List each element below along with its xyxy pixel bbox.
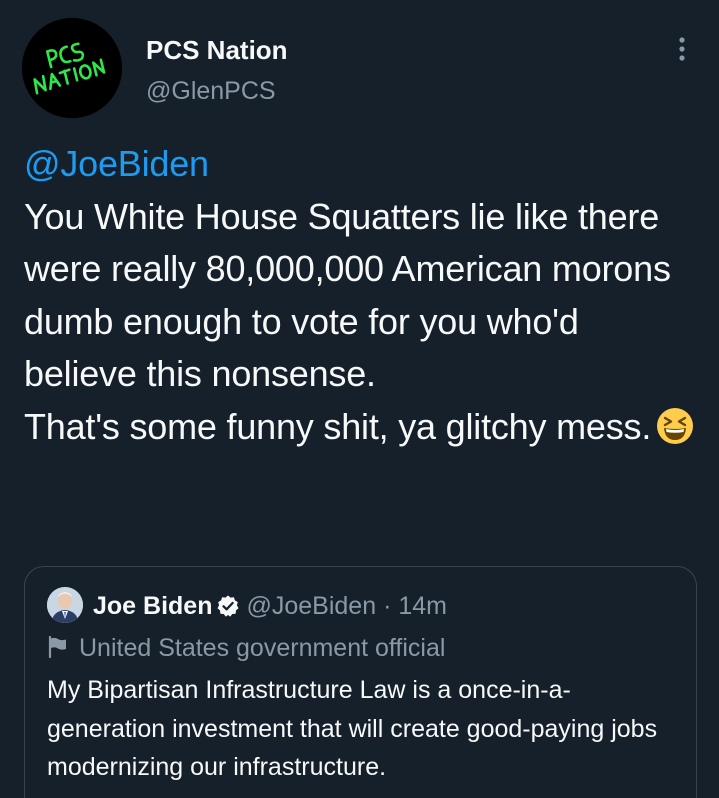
tweet-body: You White House Squatters lie like there… — [24, 195, 671, 447]
quoted-tweet-text: My Bipartisan Infrastructure Law is a on… — [47, 676, 658, 781]
avatar-logo — [22, 18, 122, 118]
author-handle[interactable]: @GlenPCS — [146, 76, 276, 106]
flag-icon — [47, 635, 69, 659]
author-display-name[interactable]: PCS Nation — [146, 35, 288, 65]
author-avatar[interactable] — [22, 18, 122, 118]
verified-badge-icon — [216, 594, 240, 618]
government-label-text: United States government official — [79, 634, 446, 662]
more-vertical-icon[interactable] — [670, 34, 694, 64]
government-label[interactable]: United States government official — [47, 633, 445, 663]
quoted-author-avatar[interactable] — [47, 587, 83, 623]
quoted-display-name[interactable]: Joe Biden — [93, 592, 212, 620]
quoted-tweet[interactable]: Joe Biden @JoeBiden · 14m United States … — [24, 566, 697, 798]
quoted-timestamp[interactable]: 14m — [398, 592, 447, 620]
tweet: PCS Nation @GlenPCS @JoeBiden You White … — [0, 0, 719, 798]
quoted-handle[interactable]: @JoeBiden — [246, 592, 376, 620]
tweet-text: @JoeBiden You White House Squatters lie … — [24, 138, 696, 453]
quoted-header: Joe Biden @JoeBiden · 14m — [93, 591, 447, 621]
header-separator: · — [383, 592, 392, 620]
mention-link[interactable]: @JoeBiden — [24, 143, 209, 184]
grinning-squinting-face-icon — [655, 406, 695, 446]
